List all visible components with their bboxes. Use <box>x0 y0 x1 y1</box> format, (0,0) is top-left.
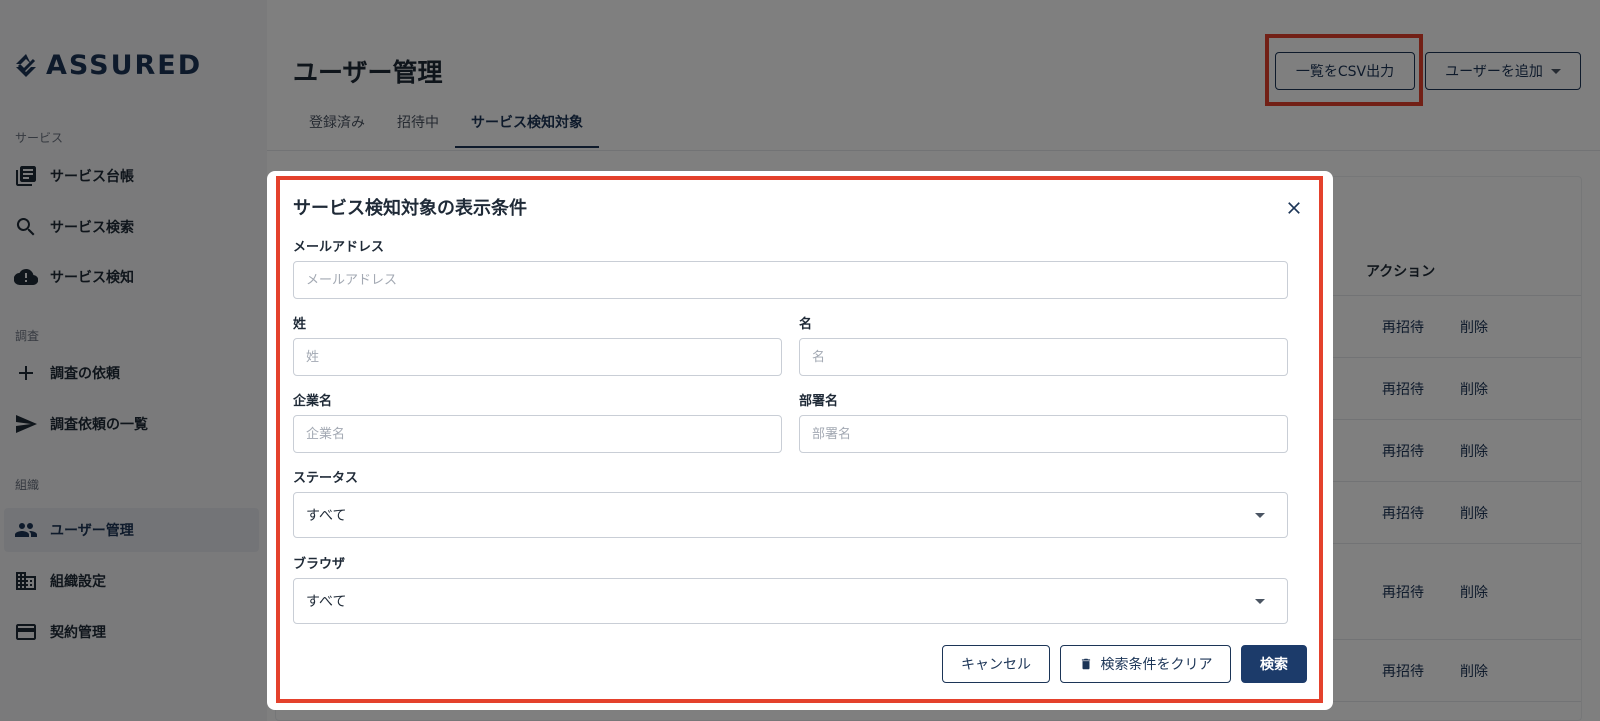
trash-icon <box>1081 658 1090 670</box>
browser-select[interactable]: すべて <box>293 578 1288 624</box>
status-label: ステータス <box>293 471 359 486</box>
status-selected-value: すべて <box>306 508 347 524</box>
cancel-button[interactable]: キャンセル <box>942 645 1050 683</box>
company-label: 企業名 <box>293 394 333 409</box>
email-field[interactable] <box>293 261 1288 299</box>
browser-selected-value: すべて <box>306 594 347 610</box>
department-field[interactable] <box>799 415 1288 453</box>
clear-conditions-button[interactable]: 検索条件をクリア <box>1060 645 1231 683</box>
first-name-label: 名 <box>799 317 813 332</box>
clear-conditions-label: 検索条件をクリア <box>1100 657 1213 673</box>
status-select[interactable]: すべて <box>293 492 1288 538</box>
first-name-field[interactable] <box>799 338 1288 376</box>
search-button[interactable]: 検索 <box>1241 645 1307 683</box>
department-label: 部署名 <box>799 394 839 409</box>
close-icon[interactable] <box>1284 198 1304 218</box>
filter-dialog: サービス検知対象の表示条件 メールアドレス 姓 名 企業名 部署名 ステータス … <box>267 171 1333 710</box>
chevron-down-icon <box>1255 512 1265 518</box>
last-name-field[interactable] <box>293 338 782 376</box>
dialog-title: サービス検知対象の表示条件 <box>293 198 527 219</box>
browser-label: ブラウザ <box>293 557 346 572</box>
company-field[interactable] <box>293 415 782 453</box>
email-label: メールアドレス <box>293 240 385 255</box>
last-name-label: 姓 <box>293 317 307 332</box>
chevron-down-icon <box>1255 598 1265 604</box>
